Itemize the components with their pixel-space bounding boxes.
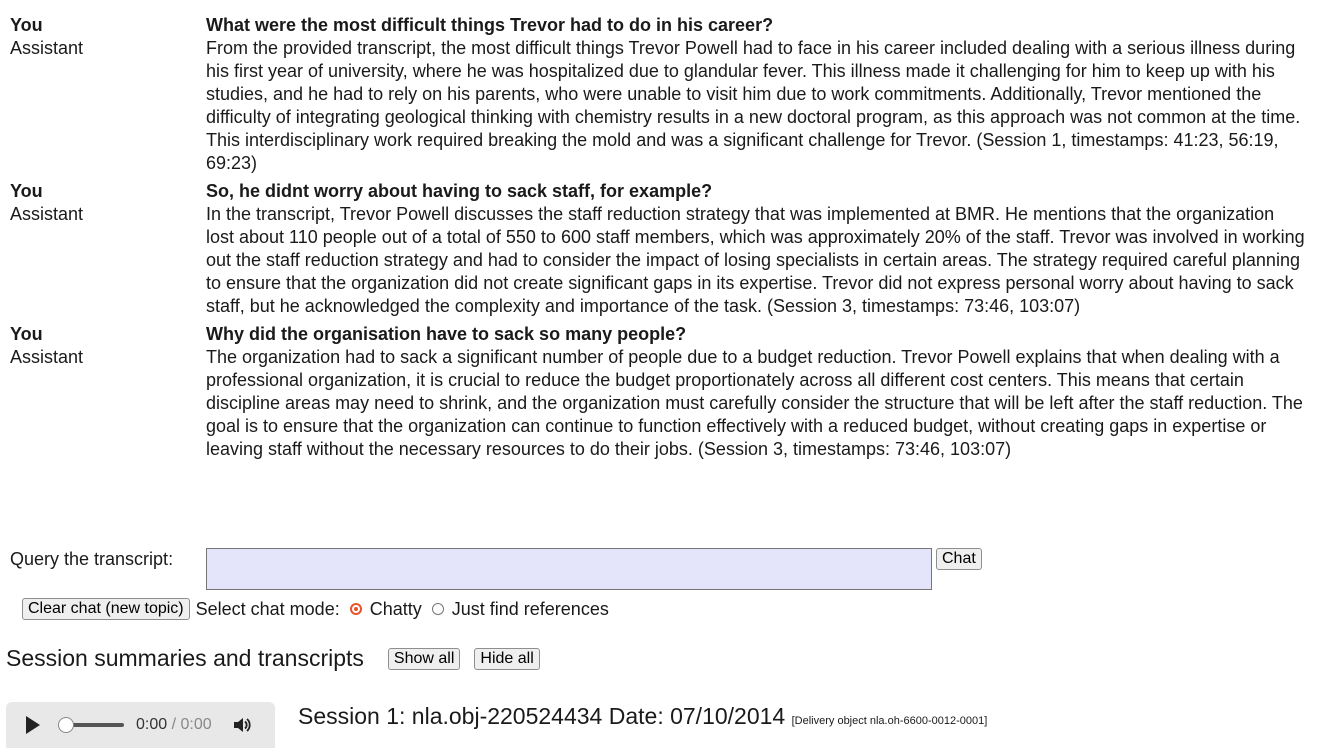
radio-selected-icon[interactable] bbox=[349, 603, 362, 615]
hide-all-button[interactable]: Hide all bbox=[474, 647, 540, 670]
user-message: Why did the organisation have to sack so… bbox=[206, 324, 687, 344]
sessions-heading: Session summaries and transcripts bbox=[6, 645, 364, 671]
user-message: What were the most difficult things Trev… bbox=[206, 15, 774, 35]
mode-option-chatty[interactable]: Chatty bbox=[349, 598, 422, 620]
chat-log: You What were the most difficult things … bbox=[10, 13, 1310, 465]
chat-mode-row: Clear chat (new topic) Select chat mode:… bbox=[22, 598, 619, 620]
query-row: Query the transcript: Chat bbox=[10, 548, 982, 590]
seek-handle[interactable] bbox=[58, 717, 74, 733]
chat-turn-assistant: Assistant The organization had to sack a… bbox=[10, 346, 1310, 461]
mode-option-label: Just find references bbox=[451, 598, 609, 619]
query-label: Query the transcript: bbox=[10, 549, 174, 569]
current-time: 0:00 bbox=[136, 716, 168, 733]
volume-icon[interactable] bbox=[232, 715, 252, 735]
show-all-button[interactable]: Show all bbox=[387, 647, 461, 670]
speaker-label: You bbox=[10, 324, 43, 344]
mode-option-references[interactable]: Just find references bbox=[431, 598, 609, 620]
duration: 0:00 bbox=[180, 716, 212, 733]
seek-slider[interactable] bbox=[58, 717, 124, 733]
speaker-label: Assistant bbox=[10, 347, 84, 367]
session-title: Session 1: nla.obj-220524434 Date: 07/10… bbox=[298, 703, 987, 730]
time-readout: 0:00 / 0:00 bbox=[136, 716, 212, 734]
speaker-label: Assistant bbox=[10, 204, 84, 224]
chat-button[interactable]: Chat bbox=[936, 548, 982, 570]
session-heading: Session 1: nla.obj-220524434 Date: 07/10… bbox=[298, 703, 786, 729]
chat-turn-assistant: Assistant In the transcript, Trevor Powe… bbox=[10, 203, 1310, 318]
speaker-label: You bbox=[10, 15, 43, 35]
chat-turn-user: You So, he didnt worry about having to s… bbox=[10, 179, 1310, 203]
assistant-message: The organization had to sack a significa… bbox=[206, 347, 1303, 459]
chat-turn-assistant: Assistant From the provided transcript, … bbox=[10, 37, 1310, 175]
clear-chat-button[interactable]: Clear chat (new topic) bbox=[22, 598, 190, 620]
sessions-header: Session summaries and transcripts Show a… bbox=[6, 645, 554, 672]
assistant-message: In the transcript, Trevor Powell discuss… bbox=[206, 204, 1305, 316]
mode-option-label: Chatty bbox=[369, 598, 422, 619]
chat-mode-label: Select chat mode: bbox=[195, 598, 340, 619]
audio-player: 0:00 / 0:00 bbox=[6, 702, 275, 748]
speaker-label: Assistant bbox=[10, 38, 84, 58]
query-input[interactable] bbox=[206, 548, 932, 590]
speaker-label: You bbox=[10, 181, 43, 201]
chat-turn-user: You Why did the organisation have to sac… bbox=[10, 322, 1310, 346]
assistant-message: From the provided transcript, the most d… bbox=[206, 38, 1301, 173]
delivery-object-note: [Delivery object nla.oh-6600-0012-0001] bbox=[791, 715, 988, 727]
time-separator: / bbox=[167, 716, 181, 733]
chat-turn-user: You What were the most difficult things … bbox=[10, 13, 1310, 37]
user-message: So, he didnt worry about having to sack … bbox=[206, 181, 713, 201]
play-icon[interactable] bbox=[26, 716, 40, 734]
radio-unselected-icon[interactable] bbox=[431, 603, 444, 615]
